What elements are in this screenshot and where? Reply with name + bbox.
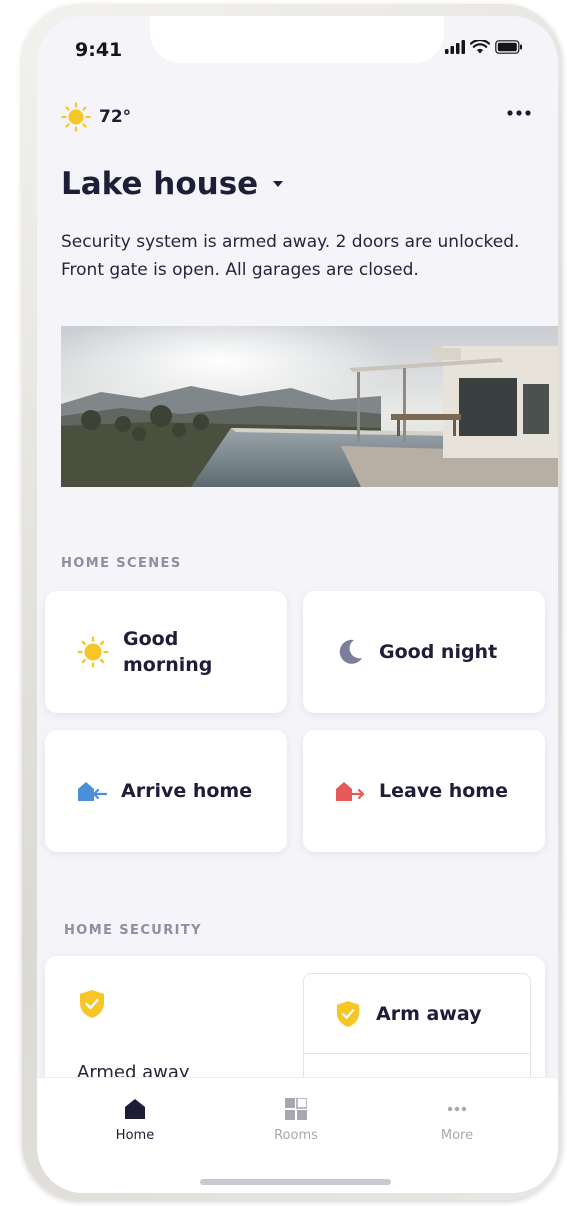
caret-down-icon <box>273 181 284 187</box>
status-time: 9:41 <box>75 39 123 61</box>
sun-icon <box>61 102 91 132</box>
arm-away-label: Arm away <box>376 1002 482 1025</box>
home-icon <box>125 1099 145 1119</box>
shield-check-icon <box>336 1000 360 1027</box>
scene-arrive-home[interactable]: Arrive home <box>45 730 287 852</box>
phone-screen: 9:41 72° Lake house Security system is a… <box>37 16 558 1193</box>
tab-label: Rooms <box>274 1128 318 1143</box>
leave-home-icon <box>336 782 365 801</box>
scene-label: Good morning <box>123 628 213 676</box>
moon-icon <box>339 639 362 664</box>
home-photo <box>61 326 558 487</box>
temperature: 72° <box>99 107 132 127</box>
home-indicator <box>200 1179 391 1185</box>
tab-rooms[interactable]: Rooms <box>251 1098 341 1143</box>
shield-check-icon <box>80 990 104 1018</box>
scene-label: Leave home <box>379 780 508 802</box>
tab-more[interactable]: More <box>412 1098 502 1143</box>
scene-label: Arrive home <box>121 780 253 802</box>
battery-icon <box>495 40 522 54</box>
signal-icon <box>445 40 465 54</box>
scene-good-morning[interactable]: Good morning <box>45 591 287 713</box>
more-horizontal-icon <box>507 110 531 116</box>
tab-bar: Home Rooms More <box>37 1077 558 1193</box>
tab-home[interactable]: Home <box>90 1098 180 1143</box>
arrive-home-icon <box>78 782 107 801</box>
more-options-button[interactable] <box>505 102 533 124</box>
scene-label: Good night <box>379 641 498 663</box>
status-summary: Security system is armed away. 2 doors a… <box>61 232 520 280</box>
wifi-icon <box>470 40 490 54</box>
home-scenes-label: HOME SCENES <box>61 556 182 571</box>
notch <box>150 16 444 63</box>
status-icons <box>445 40 523 54</box>
grid-icon <box>285 1098 307 1120</box>
tab-label: More <box>440 1128 474 1143</box>
scene-leave-home[interactable]: Leave home <box>303 730 545 852</box>
tab-label: Home <box>115 1128 155 1143</box>
weather-widget[interactable]: 72° <box>61 102 131 132</box>
home-security-label: HOME SECURITY <box>64 923 202 938</box>
scene-good-night[interactable]: Good night <box>303 591 545 713</box>
home-selector[interactable]: Lake house <box>61 166 284 202</box>
more-horizontal-icon <box>447 1106 467 1112</box>
page-title: Lake house <box>61 166 259 202</box>
arm-away-button[interactable]: Arm away <box>304 974 530 1054</box>
sun-icon <box>77 636 109 668</box>
